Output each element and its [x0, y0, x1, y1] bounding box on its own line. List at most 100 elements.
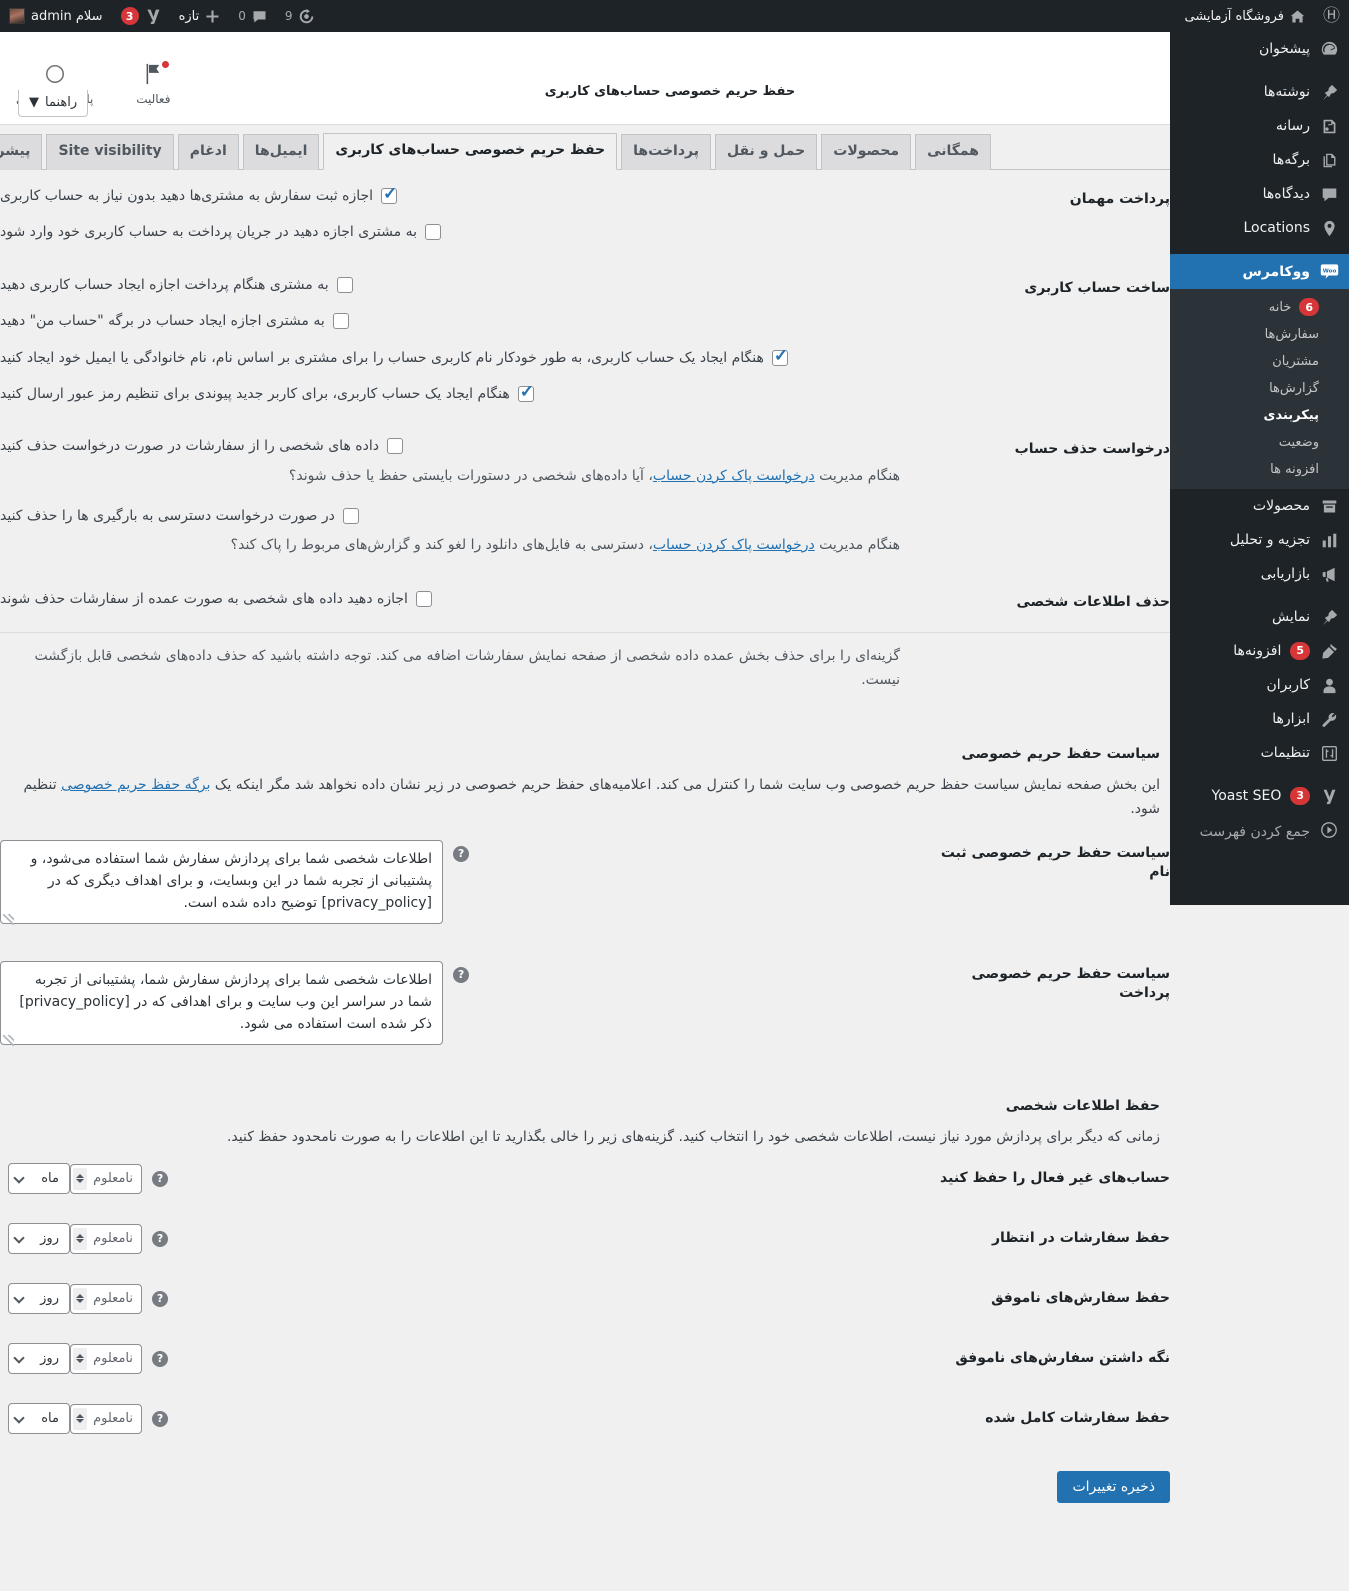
submenu-item-status[interactable]: وضعیت	[1170, 429, 1349, 456]
account-erasure-request-link[interactable]: درخواست پاک کردن حساب	[653, 537, 815, 553]
help-tip-icon[interactable]: ?	[152, 1230, 168, 1247]
tab-site-visibility[interactable]: Site visibility	[46, 134, 174, 170]
admin-bar-site-name[interactable]: فروشگاه آزمایشی	[1175, 0, 1314, 32]
retain-completed-orders-unit-select[interactable]: ماه	[8, 1403, 70, 1435]
tab-accounts-privacy[interactable]: حفظ حریم خصوصی حساب‌های کاربری	[323, 133, 618, 170]
checkbox-row[interactable]: به مشتری هنگام پرداخت اجازه ایجاد حساب ک…	[0, 274, 900, 296]
retain-failed-orders-input[interactable]	[70, 1283, 142, 1314]
retain-completed-orders-label: حفظ سفارشات کامل شده	[985, 1410, 1170, 1427]
retain-completed-orders-input[interactable]	[70, 1403, 142, 1434]
submit-area: ذخیره تغییرات	[0, 1449, 1170, 1533]
sidebar-item-users[interactable]: کاربران	[1170, 668, 1349, 702]
sidebar-item-media[interactable]: رسانه	[1170, 109, 1349, 143]
tab-advanced[interactable]: پیشرفته	[0, 134, 43, 170]
yoast-sidebar-badge: 3	[1290, 787, 1310, 805]
sidebar-item-products[interactable]: محصولات	[1170, 489, 1349, 523]
checkbox-row[interactable]: به مشتری اجازه دهید در جریان پرداخت به ح…	[0, 221, 900, 243]
submenu-item-label: مشتریان	[1272, 354, 1319, 369]
admin-bar-yoast[interactable]: 3	[112, 0, 170, 32]
submenu-item-customers[interactable]: مشتریان	[1170, 348, 1349, 375]
admin-bar-updates[interactable]: 9	[276, 0, 323, 32]
send-password-setup-link-checkbox[interactable]	[517, 383, 534, 402]
sidebar-item-label: پیشخوان	[1258, 41, 1310, 57]
allow-bulk-personal-data-removal-checkbox[interactable]	[415, 590, 432, 607]
erase-order-personal-data-checkbox[interactable]	[386, 438, 403, 455]
submenu-item-extensions[interactable]: افزونه ها	[1170, 456, 1349, 483]
retain-pending-orders-unit-select[interactable]: روز	[8, 1223, 70, 1255]
sidebar-item-locations[interactable]: Locations	[1170, 211, 1349, 245]
checkbox-row[interactable]: اجازه دهید داده های شخصی به صورت عمده از…	[0, 588, 900, 610]
checkbox-row[interactable]: داده های شخصی را از سفارشات در صورت درخو…	[0, 435, 900, 457]
save-changes-button[interactable]: ذخیره تغییرات	[1057, 1471, 1170, 1504]
tab-general[interactable]: همگانی	[915, 134, 991, 170]
sidebar-item-posts[interactable]: نوشته‌ها	[1170, 75, 1349, 109]
collapse-menu-label: جمع کردن فهرست	[1199, 824, 1310, 840]
sidebar-item-comments[interactable]: دیدگاه‌ها	[1170, 177, 1349, 211]
sidebar-item-tools[interactable]: ابزارها	[1170, 702, 1349, 736]
checkbox-row[interactable]: در صورت درخواست دسترسی به بارگیری ها را …	[0, 505, 900, 527]
checkbox-row[interactable]: به مشتری اجازه ایجاد حساب در برگه "حساب …	[0, 310, 900, 332]
retain-cancelled-orders-unit-select[interactable]: روز	[8, 1343, 70, 1375]
tab-integration[interactable]: ادغام	[177, 134, 239, 170]
tab-products[interactable]: محصولات	[821, 134, 912, 170]
registration-privacy-policy-row: سیاست حفظ حریم خصوصی ثبت نام ?	[0, 822, 1170, 943]
admin-bar-new-content[interactable]: تازه	[170, 0, 230, 32]
retain-pending-orders-input[interactable]	[70, 1223, 142, 1254]
retain-inactive-accounts-unit-select[interactable]: ماه	[8, 1163, 70, 1195]
sidebar-item-pages[interactable]: برگه‌ها	[1170, 143, 1349, 177]
checkbox-label: داده های شخصی را از سفارشات در صورت درخو…	[0, 438, 379, 455]
retain-inactive-accounts-input[interactable]	[70, 1163, 142, 1194]
activity-panel-button[interactable]: فعالیت	[123, 61, 183, 106]
privacy-policy-page-link[interactable]: برگه حفظ حریم خصوصی	[61, 777, 210, 793]
help-tip-icon[interactable]: ?	[152, 1290, 168, 1307]
help-tab-toggle[interactable]: ▼ راهنما	[18, 90, 89, 117]
tab-shipping[interactable]: حمل و نقل	[714, 134, 818, 170]
registration-privacy-policy-textarea[interactable]	[0, 839, 443, 924]
greeting-label: سلام admin	[31, 8, 103, 24]
yoast-icon	[145, 8, 161, 24]
tab-emails[interactable]: ایمیل‌ها	[242, 134, 320, 170]
collapse-menu-button[interactable]: جمع کردن فهرست	[1170, 813, 1349, 851]
tab-payments[interactable]: پرداخت‌ها	[621, 134, 711, 170]
help-tip-icon[interactable]: ?	[453, 845, 469, 862]
settings-form: پرداخت مهمان اجازه ثبت سفارش به مشتری‌ها…	[0, 170, 1170, 1533]
sidebar-item-woocommerce[interactable]: Woo ووکامرس	[1162, 254, 1349, 289]
submenu-item-home[interactable]: 6 خانه	[1170, 293, 1349, 321]
help-tip-icon[interactable]: ?	[152, 1410, 168, 1427]
sidebar-item-marketing[interactable]: بازاریابی	[1170, 557, 1349, 591]
admin-bar-wp-logo[interactable]: Ⓗ	[1314, 0, 1349, 32]
retain-inactive-accounts-row: حساب‌های غیر فعال را حفظ کنید ? ماه	[0, 1149, 1170, 1209]
checkout-privacy-policy-textarea[interactable]	[0, 960, 443, 1045]
checkbox-row[interactable]: هنگام ایجاد یک حساب کاربری، به طور خودکا…	[0, 347, 900, 369]
help-tip-icon[interactable]: ?	[152, 1170, 168, 1187]
submenu-item-settings[interactable]: پیکربندی	[1170, 402, 1349, 429]
auto-generate-username-checkbox[interactable]	[771, 347, 788, 366]
admin-bar-my-account[interactable]: سلام admin	[0, 0, 112, 32]
checkbox-row[interactable]: اجازه ثبت سفارش به مشتری‌ها دهید بدون نی…	[0, 185, 900, 207]
retain-failed-orders-unit-select[interactable]: روز	[8, 1283, 70, 1315]
erasure-request-row: درخواست حذف حساب داده های شخصی را از سفا…	[0, 420, 1170, 572]
submenu-item-label: سفارش‌ها	[1264, 327, 1319, 342]
erase-download-access-checkbox[interactable]	[342, 507, 359, 524]
help-tip-icon[interactable]: ?	[453, 966, 469, 983]
enable-guest-checkout-checkbox[interactable]	[381, 185, 397, 204]
sidebar-item-dashboard[interactable]: پیشخوان	[1170, 32, 1349, 66]
submenu-item-orders[interactable]: سفارش‌ها	[1170, 321, 1349, 348]
submenu-badge: 6	[1299, 298, 1319, 316]
personal-data-removal-desc-section: گزینه‌ای را برای حذف بخش عمده داده شخصی …	[0, 633, 1170, 708]
admin-bar-comments[interactable]: 0	[229, 0, 276, 32]
retain-cancelled-orders-input[interactable]	[70, 1343, 142, 1374]
sidebar-item-appearance[interactable]: نمایش	[1170, 600, 1349, 634]
sidebar-item-settings[interactable]: تنظیمات	[1170, 736, 1349, 770]
products-box-icon	[1319, 498, 1339, 515]
sidebar-item-analytics[interactable]: تجزیه و تحلیل	[1170, 523, 1349, 557]
signup-on-myaccount-checkbox[interactable]	[332, 313, 349, 330]
sidebar-item-plugins[interactable]: 5 افزونه‌ها	[1170, 634, 1349, 668]
signup-during-checkout-checkbox[interactable]	[336, 276, 353, 293]
enable-checkout-login-reminder-checkbox[interactable]	[425, 224, 441, 241]
submenu-item-reports[interactable]: گزارش‌ها	[1170, 375, 1349, 402]
account-erasure-request-link[interactable]: درخواست پاک کردن حساب	[653, 468, 815, 484]
checkbox-row[interactable]: هنگام ایجاد یک حساب کاربری، برای کاربر ج…	[0, 383, 900, 405]
help-tip-icon[interactable]: ?	[152, 1350, 168, 1367]
sidebar-item-yoast-seo[interactable]: 3 Yoast SEO	[1170, 779, 1349, 813]
